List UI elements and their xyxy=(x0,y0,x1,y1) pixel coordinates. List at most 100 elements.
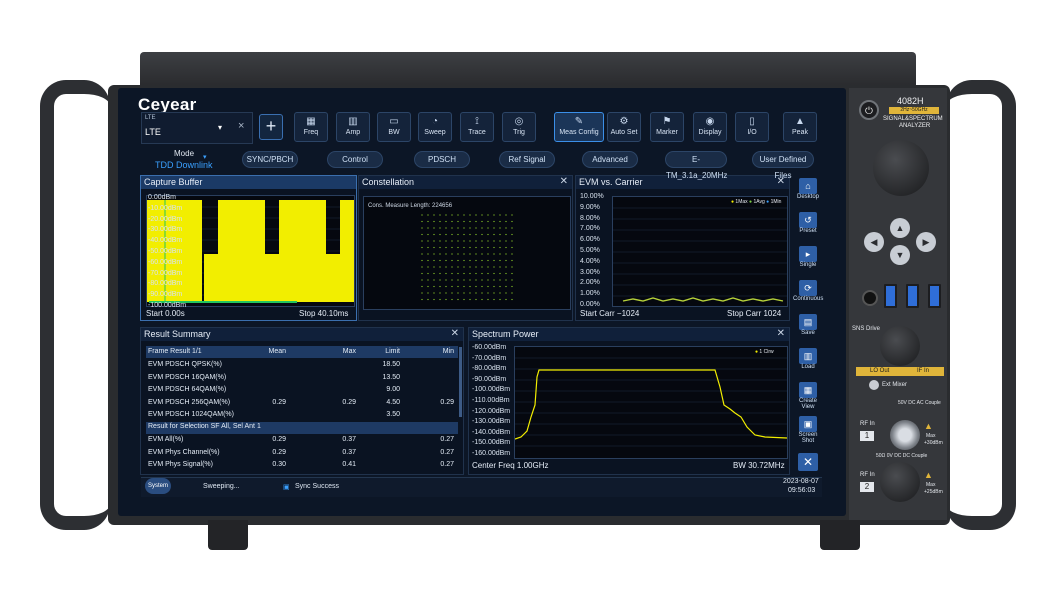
constellation-point xyxy=(487,214,489,216)
toolbar-button-freq[interactable]: ▦ Freq xyxy=(294,112,328,142)
mode-value[interactable]: TDD Downlink xyxy=(155,160,213,170)
result-scrollbar[interactable] xyxy=(459,347,462,417)
constellation-point xyxy=(463,240,465,242)
menu-single[interactable]: ▸ Single xyxy=(793,246,823,276)
close-icon[interactable]: ✕ xyxy=(777,328,785,339)
constellation-point xyxy=(427,220,429,223)
ext-mixer-port[interactable] xyxy=(869,380,879,390)
spectrum-title: Spectrum Power xyxy=(469,328,789,341)
arrow-down-icon[interactable]: ▼ xyxy=(890,245,910,265)
evm-plot[interactable]: ● 1Max ● 1Avg ● 1Min xyxy=(612,196,788,307)
menu-screen-shot[interactable]: ▣ Screen Shot xyxy=(793,416,823,446)
constellation-point xyxy=(457,240,459,242)
mode-chevron-icon[interactable]: ▾ xyxy=(203,153,207,161)
evm-legend: ● 1Max ● 1Avg ● 1Min xyxy=(731,199,782,205)
constellation-point xyxy=(493,272,495,275)
constellation-point xyxy=(487,292,489,294)
menu-load[interactable]: ▥ Load xyxy=(793,348,823,378)
menu-desktop[interactable]: ⌂ Desktop xyxy=(793,178,823,208)
usb-port-2[interactable] xyxy=(906,284,919,308)
capture-y-tick: 0.00dBm xyxy=(148,194,177,201)
arrow-right-icon[interactable]: ▶ xyxy=(916,232,936,252)
toolbar-button-auto-set[interactable]: ⚙ Auto Set xyxy=(607,112,641,142)
arrow-left-icon[interactable]: ◀ xyxy=(864,232,884,252)
toolbar-button-trig[interactable]: ◎ Trig xyxy=(502,112,536,142)
continuous-icon: ⟳ xyxy=(799,280,817,296)
table-cell: Mean xyxy=(268,348,286,355)
toolbar-label: Trace xyxy=(468,129,486,136)
tools-icon[interactable]: ✕ xyxy=(798,453,818,471)
constellation-point xyxy=(511,279,513,281)
toolbar-button-trace[interactable]: ⟟ Trace xyxy=(460,112,494,142)
table-cell: 3.50 xyxy=(386,411,400,418)
menu-preset[interactable]: ↺ Preset xyxy=(793,212,823,242)
constellation-point xyxy=(505,272,507,275)
evm-y-tick: 6.00% xyxy=(580,236,600,244)
chevron-down-icon[interactable]: ▾ xyxy=(218,123,222,132)
dc-couple-label-2: 50Ω 0V DC DC Couple xyxy=(876,453,928,459)
constellation-point xyxy=(427,285,429,288)
toolbar-button-i-o[interactable]: ▯ I/O xyxy=(735,112,769,142)
app-mode-select[interactable]: LTE LTE ▾ × xyxy=(141,112,253,144)
rf-in-1-connector[interactable] xyxy=(890,420,920,450)
constellation-point xyxy=(451,220,453,223)
power-button[interactable]: ⏻ xyxy=(859,100,879,120)
subtab-control[interactable]: Control xyxy=(327,151,383,168)
menu-continuous[interactable]: ⟳ Continuous xyxy=(793,280,823,310)
toolbar-button-sweep[interactable]: ◔ Sweep xyxy=(418,112,452,142)
constellation-point xyxy=(463,285,465,288)
usb-port-3[interactable] xyxy=(928,284,941,308)
constellation-point xyxy=(511,266,513,268)
subtab-user-defined-files[interactable]: User Defined Files xyxy=(752,151,814,180)
constellation-point xyxy=(511,272,513,275)
subtab-pdsch[interactable]: PDSCH xyxy=(414,151,470,168)
spectrum-legend: ● 1 Clrw xyxy=(755,349,774,355)
close-icon[interactable]: ✕ xyxy=(560,176,568,187)
menu-save[interactable]: ▤ Save xyxy=(793,314,823,344)
toolbar-button-amp[interactable]: ▥ Amp xyxy=(336,112,370,142)
constellation-point xyxy=(427,259,429,262)
if-in-label: IF In xyxy=(917,368,930,374)
constellation-point xyxy=(505,285,507,288)
subtab-advanced[interactable]: Advanced xyxy=(582,151,638,168)
constellation-point xyxy=(475,246,477,249)
constellation-point xyxy=(451,214,453,216)
toolbar-button-marker[interactable]: ⚑ Marker xyxy=(650,112,684,142)
sync-status: Sync Success xyxy=(295,483,339,490)
subtab-ref-signal[interactable]: Ref Signal xyxy=(499,151,555,168)
constellation-point xyxy=(493,259,495,262)
toolbar-button-meas-config[interactable]: ✎ Meas Config xyxy=(554,112,604,142)
headphone-jack[interactable] xyxy=(862,290,878,306)
capture-y-tick: -20.00dBm xyxy=(148,215,183,223)
chassis-top-rail xyxy=(140,52,916,86)
rf-in-2-connector[interactable] xyxy=(880,462,920,502)
table-cell: 0.27 xyxy=(440,448,454,456)
constellation-plot[interactable]: Cons. Measure Length: 224656 xyxy=(363,196,571,310)
result-section-header: Result for Selection SF All, Sel Ant 1 xyxy=(146,422,458,434)
constellation-point xyxy=(481,259,483,262)
sns-connector[interactable] xyxy=(880,326,920,366)
menu-label: Save xyxy=(801,330,815,336)
spectrum-center: Center Freq 1.00GHz xyxy=(472,461,549,470)
toolbar-button-peak[interactable]: ▲ Peak xyxy=(783,112,817,142)
menu-create-view[interactable]: ▦ Create View xyxy=(793,382,823,412)
usb-port-1[interactable] xyxy=(884,284,897,308)
toolbar-button-bw[interactable]: ▭ BW xyxy=(377,112,411,142)
rf-in-1-number: 1 xyxy=(860,431,874,441)
constellation-point xyxy=(451,240,453,242)
load-icon: ▥ xyxy=(799,348,817,364)
close-icon[interactable]: ✕ xyxy=(451,328,459,339)
rotary-knob[interactable] xyxy=(873,140,929,196)
table-cell: EVM PDSCH 64QAM(%) xyxy=(148,386,227,393)
spectrum-plot[interactable]: ● 1 Clrw xyxy=(514,346,788,459)
close-icon[interactable]: × xyxy=(238,120,244,132)
subtab-e-tm-3-1a-20mhz[interactable]: E-TM_3.1a_20MHz xyxy=(665,151,727,180)
toolbar-button-display[interactable]: ◉ Display xyxy=(693,112,727,142)
table-cell: 9.00 xyxy=(386,386,400,393)
toolbar-icon: ⚙ xyxy=(619,116,629,127)
system-button[interactable]: System xyxy=(145,478,171,494)
constellation-point xyxy=(463,272,465,275)
arrow-up-icon[interactable]: ▲ xyxy=(890,218,910,238)
add-window-button[interactable]: + xyxy=(259,114,283,140)
subtab-sync-pbch[interactable]: SYNC/PBCH xyxy=(242,151,298,168)
